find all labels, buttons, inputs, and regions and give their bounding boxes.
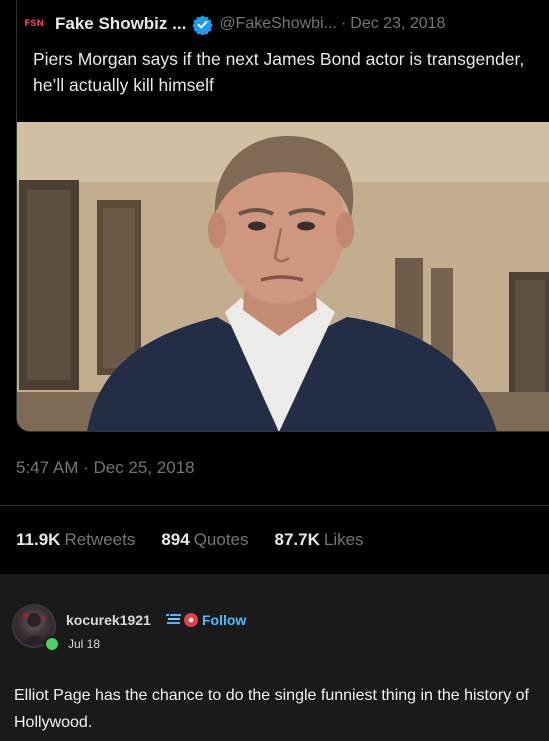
likes-label: Likes bbox=[323, 530, 364, 549]
likes-count: 87.7K bbox=[274, 530, 320, 549]
online-status-icon bbox=[44, 636, 60, 652]
author-handle[interactable]: @FakeShowbi... bbox=[219, 15, 337, 33]
verified-badge-icon bbox=[192, 14, 213, 35]
flair-icon bbox=[166, 613, 182, 626]
quotes-stat[interactable]: 894 Quotes bbox=[161, 530, 248, 550]
tweet-stats: 11.9K Retweets 894 Quotes 87.7K Likes bbox=[16, 530, 364, 550]
follow-button[interactable]: Follow bbox=[202, 612, 246, 628]
source-logo: FSN bbox=[24, 19, 44, 29]
comment-text: Elliot Page has the chance to do the sin… bbox=[14, 687, 529, 731]
tweet-photo[interactable] bbox=[17, 122, 549, 431]
quotes-count: 894 bbox=[161, 530, 190, 549]
tweet-timestamp[interactable]: 5:47 AM · Dec 25, 2018 bbox=[16, 458, 195, 478]
comment-date: Jul 18 bbox=[68, 637, 101, 651]
quoted-tweet-text: Piers Morgan says if the next James Bond… bbox=[33, 49, 525, 95]
comment: kocurek1921 Follow Jul 18 Elliot Page ha… bbox=[0, 574, 549, 741]
award-icon bbox=[184, 613, 198, 627]
quoted-tweet-header: FSN Fake Showbiz ... @FakeShowbi... · De… bbox=[17, 10, 549, 38]
divider bbox=[0, 505, 549, 506]
quoted-tweet-card[interactable]: FSN Fake Showbiz ... @FakeShowbi... · De… bbox=[16, 0, 549, 432]
comment-username[interactable]: kocurek1921 bbox=[66, 612, 151, 628]
tweet-screenshot: FSN Fake Showbiz ... @FakeShowbi... · De… bbox=[0, 0, 549, 574]
quotes-label: Quotes bbox=[193, 530, 249, 549]
retweets-stat[interactable]: 11.9K Retweets bbox=[16, 530, 135, 550]
author-name[interactable]: Fake Showbiz ... bbox=[55, 14, 186, 34]
avatar[interactable] bbox=[12, 604, 60, 652]
likes-stat[interactable]: 87.7K Likes bbox=[275, 530, 364, 550]
retweets-count: 11.9K bbox=[16, 530, 61, 549]
quoted-tweet-date[interactable]: Dec 23, 2018 bbox=[350, 15, 445, 33]
header-separator: · bbox=[340, 15, 347, 32]
retweets-label: Retweets bbox=[64, 530, 136, 549]
